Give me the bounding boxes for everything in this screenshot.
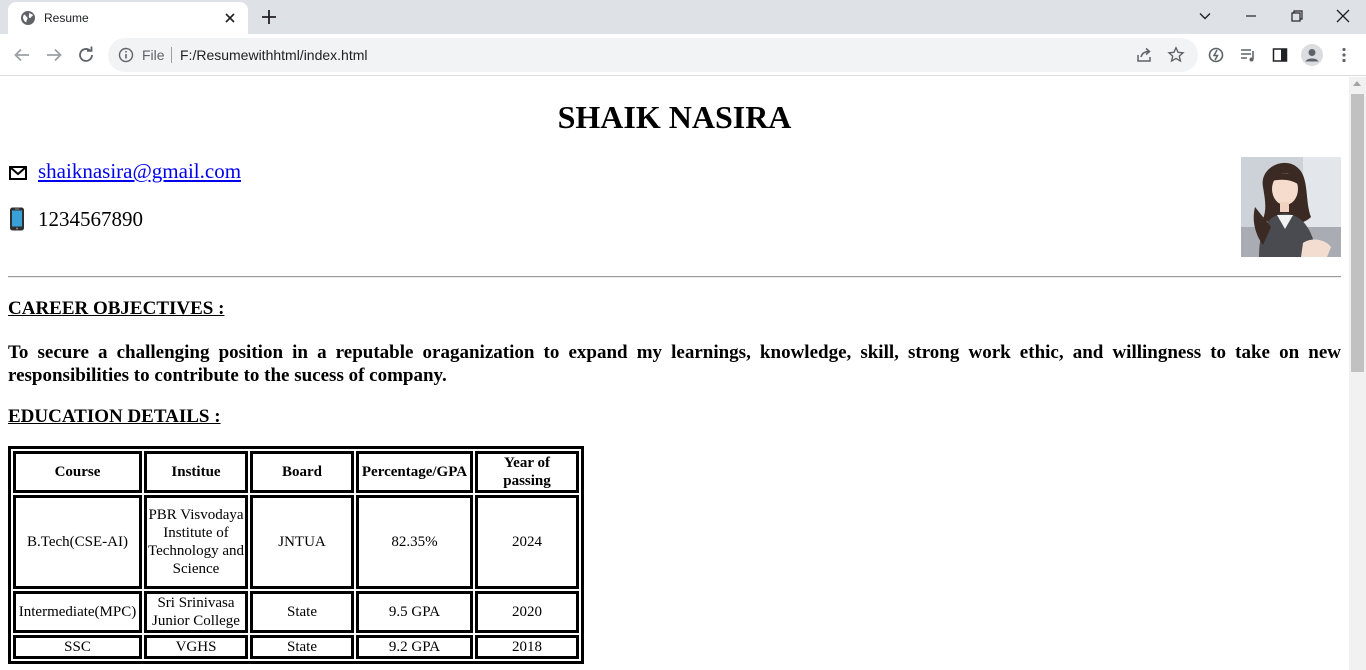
forward-button[interactable]	[44, 45, 64, 65]
profile-button[interactable]	[1301, 44, 1323, 66]
minimize-button[interactable]	[1228, 0, 1274, 32]
table-cell: B.Tech(CSE-AI)	[13, 495, 142, 589]
education-details-heading: EDUCATION DETAILS :	[8, 406, 221, 427]
education-table: Course Institue Board Percentage/GPA Yea…	[8, 446, 584, 664]
url-scheme-label: File	[142, 47, 165, 63]
column-header: Course	[13, 451, 142, 493]
candidate-name: SHAIK NASIRA	[557, 99, 792, 135]
tab-search-button[interactable]	[1182, 0, 1228, 32]
arrow-left-icon	[14, 48, 29, 62]
table-cell: Intermediate(MPC)	[13, 591, 142, 633]
column-header: Year of passing	[475, 451, 579, 493]
menu-button[interactable]	[1334, 45, 1354, 65]
table-header-row: Course Institue Board Percentage/GPA Yea…	[13, 451, 579, 493]
arrow-right-icon	[47, 48, 62, 62]
info-icon[interactable]	[118, 47, 134, 63]
share-icon	[1137, 47, 1151, 62]
table-row: SSC VGHS State 9.2 GPA 2018	[13, 635, 579, 659]
table-cell: Sri Srinivasa Junior College	[144, 591, 248, 633]
media-button[interactable]	[1238, 45, 1258, 65]
mobile-phone-icon	[10, 207, 24, 231]
close-icon	[1336, 9, 1350, 23]
playlist-icon	[1241, 49, 1254, 62]
table-cell: 2018	[475, 635, 579, 659]
star-icon	[1167, 46, 1185, 63]
vertical-scrollbar[interactable]	[1349, 77, 1366, 670]
back-button[interactable]	[12, 45, 32, 65]
table-cell: SSC	[13, 635, 142, 659]
url-text[interactable]: F:/Resumewithhtml/index.html	[180, 47, 368, 63]
tab-title: Resume	[44, 11, 89, 25]
close-window-button[interactable]	[1320, 0, 1366, 32]
minimize-icon	[1246, 15, 1256, 17]
close-tab-icon[interactable]	[222, 10, 238, 26]
table-cell: 2020	[475, 591, 579, 633]
table-cell: 82.35%	[356, 495, 473, 589]
horizontal-divider	[8, 276, 1341, 278]
extension-button[interactable]	[1206, 45, 1226, 65]
table-cell: PBR Visvodaya Institute of Technology an…	[144, 495, 248, 589]
scrollbar-thumb[interactable]	[1351, 94, 1364, 372]
kebab-menu-icon	[1342, 47, 1346, 63]
career-objectives-heading: CAREER OBJECTIVES :	[8, 298, 225, 319]
browser-tab[interactable]: Resume	[8, 2, 248, 34]
column-header: Board	[250, 451, 354, 493]
scroll-up-arrow-icon[interactable]	[1353, 81, 1361, 86]
omnibox-separator	[171, 47, 172, 63]
column-header: Institue	[144, 451, 248, 493]
table-cell: State	[250, 591, 354, 633]
email-link[interactable]: shaiknasira@gmail.com	[38, 159, 241, 183]
profile-photo	[1241, 157, 1341, 257]
browser-toolbar: File F:/Resumewithhtml/index.html	[0, 34, 1366, 76]
career-objective-text: To secure a challenging position in a re…	[8, 342, 1341, 386]
page-viewport: SHAIK NASIRA shaiknasira@gmail.com 12345…	[0, 77, 1349, 670]
reload-icon	[79, 46, 93, 62]
profile-photo-illustration	[1241, 157, 1341, 257]
globe-icon	[21, 11, 35, 25]
envelope-icon	[9, 166, 27, 180]
new-tab-icon[interactable]	[260, 8, 278, 26]
table-cell: VGHS	[144, 635, 248, 659]
table-cell: JNTUA	[250, 495, 354, 589]
column-header: Percentage/GPA	[356, 451, 473, 493]
table-row: Intermediate(MPC) Sri Srinivasa Junior C…	[13, 591, 579, 633]
share-button[interactable]	[1134, 45, 1154, 65]
phone-number: 1234567890	[38, 207, 143, 231]
bookmark-button[interactable]	[1166, 45, 1186, 65]
extension-icon	[1208, 47, 1224, 63]
table-cell: 9.5 GPA	[356, 591, 473, 633]
side-panel-button[interactable]	[1270, 45, 1290, 65]
chevron-down-icon	[1199, 13, 1211, 20]
restore-icon	[1291, 10, 1303, 22]
table-row: B.Tech(CSE-AI) PBR Visvodaya Institute o…	[13, 495, 579, 589]
table-cell: 9.2 GPA	[356, 635, 473, 659]
tab-strip: Resume	[0, 0, 1366, 34]
address-bar[interactable]: File F:/Resumewithhtml/index.html	[108, 38, 1198, 72]
avatar-icon	[1301, 44, 1323, 66]
restore-button[interactable]	[1274, 0, 1320, 32]
table-cell: State	[250, 635, 354, 659]
side-panel-icon	[1272, 48, 1288, 62]
reload-button[interactable]	[76, 45, 96, 65]
table-cell: 2024	[475, 495, 579, 589]
